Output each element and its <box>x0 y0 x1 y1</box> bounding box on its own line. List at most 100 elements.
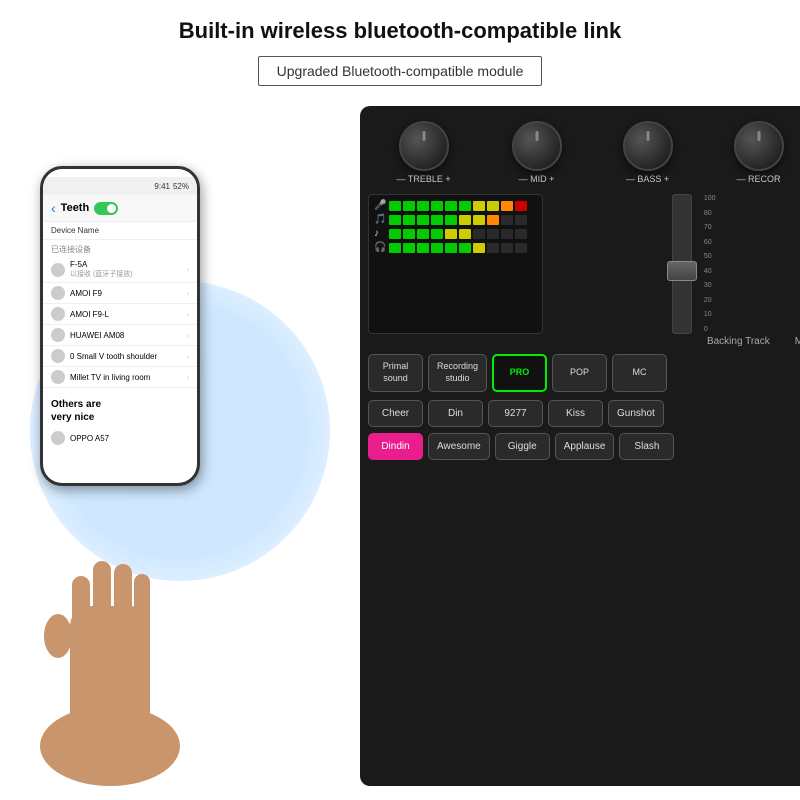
mixer-side: — TREBLE + — MID + — BASS + — RECOR <box>360 106 800 786</box>
chevron-icon: › <box>186 373 189 382</box>
vu-cell <box>403 229 415 239</box>
vu-cell <box>501 243 513 253</box>
fader-handle[interactable] <box>667 261 697 281</box>
phone-nav-bar: ‹ Teeth <box>43 195 197 222</box>
vu-meter: 🎤 <box>368 194 543 334</box>
device-icon <box>51 286 65 300</box>
back-arrow-icon[interactable]: ‹ <box>51 200 56 216</box>
vu-mic-grid <box>389 201 527 211</box>
device-row-6[interactable]: Millet TV in living room › <box>43 367 197 388</box>
vu-cell <box>389 201 401 211</box>
vu-headphone-grid <box>389 243 527 253</box>
vu-cell <box>501 201 513 211</box>
vu-cell <box>417 215 429 225</box>
fader-scale: 100 80 70 60 50 40 30 20 10 0 <box>704 195 716 333</box>
vu-cell <box>445 201 457 211</box>
record-label: — RECOR <box>736 174 780 184</box>
device-row-3[interactable]: AMOI F9-L › <box>43 304 197 325</box>
header-section: Built-in wireless bluetooth-compatible l… <box>0 0 800 96</box>
bass-knob-container: — BASS + <box>623 121 673 184</box>
section-label: 已连接设备 <box>43 240 197 257</box>
applause-button[interactable]: Applause <box>555 433 615 460</box>
vu-cell <box>431 229 443 239</box>
effect-buttons-row-2: Dindin Awesome Giggle Applause Slash <box>360 430 800 463</box>
bass-knob[interactable] <box>623 121 673 171</box>
chevron-icon: › <box>186 331 189 340</box>
effect-buttons-row-1: Cheer Din 9277 Kiss Gunshot <box>360 397 800 430</box>
vu-cell <box>487 243 499 253</box>
mid-label: — MID + <box>519 174 555 184</box>
vu-cell <box>501 229 513 239</box>
vu-cell <box>515 201 527 211</box>
fader-track[interactable]: 100 80 70 60 50 40 30 20 10 0 <box>672 194 692 334</box>
vu-cell <box>445 243 457 253</box>
note-icon: ♪ <box>374 228 386 239</box>
giggle-button[interactable]: Giggle <box>495 433 550 460</box>
hand-image <box>10 526 210 786</box>
device-row-5[interactable]: 0 Small V tooth shoulder › <box>43 346 197 367</box>
mc-button[interactable]: MC <box>612 354 667 392</box>
mid-knob[interactable] <box>512 121 562 171</box>
vu-cell <box>459 201 471 211</box>
mixer-device: — TREBLE + — MID + — BASS + — RECOR <box>360 106 800 786</box>
chevron-icon: › <box>186 265 189 274</box>
vu-cell <box>389 215 401 225</box>
phone-side: 9:41 52% ‹ Teeth Device Name 已连接设备 <box>0 106 360 786</box>
recording-studio-button[interactable]: Recordingstudio <box>428 354 487 392</box>
chevron-icon: › <box>186 352 189 361</box>
vu-cell <box>473 215 485 225</box>
treble-knob-container: — TREBLE + <box>396 121 450 184</box>
primal-sound-button[interactable]: Primalsound <box>368 354 423 392</box>
chevron-icon: › <box>186 310 189 319</box>
pro-button[interactable]: PRO <box>492 354 547 392</box>
vu-cell <box>445 229 457 239</box>
cheer-button[interactable]: Cheer <box>368 400 423 427</box>
knobs-row: — TREBLE + — MID + — BASS + — RECOR <box>360 106 800 189</box>
phone-mockup: 9:41 52% ‹ Teeth Device Name 已连接设备 <box>40 166 200 486</box>
bluetooth-toggle[interactable] <box>94 202 118 215</box>
vu-cell <box>473 243 485 253</box>
pop-button[interactable]: POP <box>552 354 607 392</box>
vu-cell <box>403 243 415 253</box>
vu-cell <box>501 215 513 225</box>
device-name-label: Device Name <box>51 226 99 235</box>
vu-cell <box>431 243 443 253</box>
device-row-4[interactable]: HUAWEI AM08 › <box>43 325 197 346</box>
vu-cell <box>487 201 499 211</box>
gunshot-button[interactable]: Gunshot <box>608 400 664 427</box>
device-icon <box>51 370 65 384</box>
vu-cell <box>417 201 429 211</box>
bass-label: — BASS + <box>626 174 669 184</box>
status-battery: 52% <box>173 182 189 191</box>
page-title: Built-in wireless bluetooth-compatible l… <box>40 18 760 44</box>
din-button[interactable]: Din <box>428 400 483 427</box>
vu-headphone-row: 🎧 <box>374 242 537 253</box>
vu-cell <box>417 229 429 239</box>
music-icon: 🎵 <box>374 214 386 225</box>
record-knob[interactable] <box>734 121 784 171</box>
vu-cell <box>515 229 527 239</box>
device-icon <box>51 307 65 321</box>
fader-container: 100 80 70 60 50 40 30 20 10 0 <box>551 194 800 334</box>
vu-note-row: ♪ <box>374 228 537 239</box>
vu-cell <box>487 215 499 225</box>
phone-status-bar: 9:41 52% <box>43 177 197 195</box>
device-row-1[interactable]: F-5A 以接收 (蓝牙子接放) › <box>43 257 197 283</box>
awesome-button[interactable]: Awesome <box>428 433 490 460</box>
dindin-button[interactable]: Dindin <box>368 433 423 460</box>
kiss-button[interactable]: Kiss <box>548 400 603 427</box>
screen-title: Teeth <box>61 202 90 214</box>
headphone-icon: 🎧 <box>374 242 386 253</box>
vu-cell <box>459 215 471 225</box>
vu-cell <box>473 229 485 239</box>
bluetooth-badge: Upgraded Bluetooth-compatible module <box>258 56 543 86</box>
status-time: 9:41 <box>154 182 170 191</box>
device-row-2[interactable]: AMOI F9 › <box>43 283 197 304</box>
sound-buttons-row: Primalsound Recordingstudio PRO POP MC <box>360 349 800 397</box>
oppo-row[interactable]: OPPO A57 <box>43 428 197 448</box>
slash-button[interactable]: Slash <box>619 433 674 460</box>
vu-cell <box>473 201 485 211</box>
nine277-button[interactable]: 9277 <box>488 400 543 427</box>
treble-knob[interactable] <box>399 121 449 171</box>
vu-cell <box>389 229 401 239</box>
